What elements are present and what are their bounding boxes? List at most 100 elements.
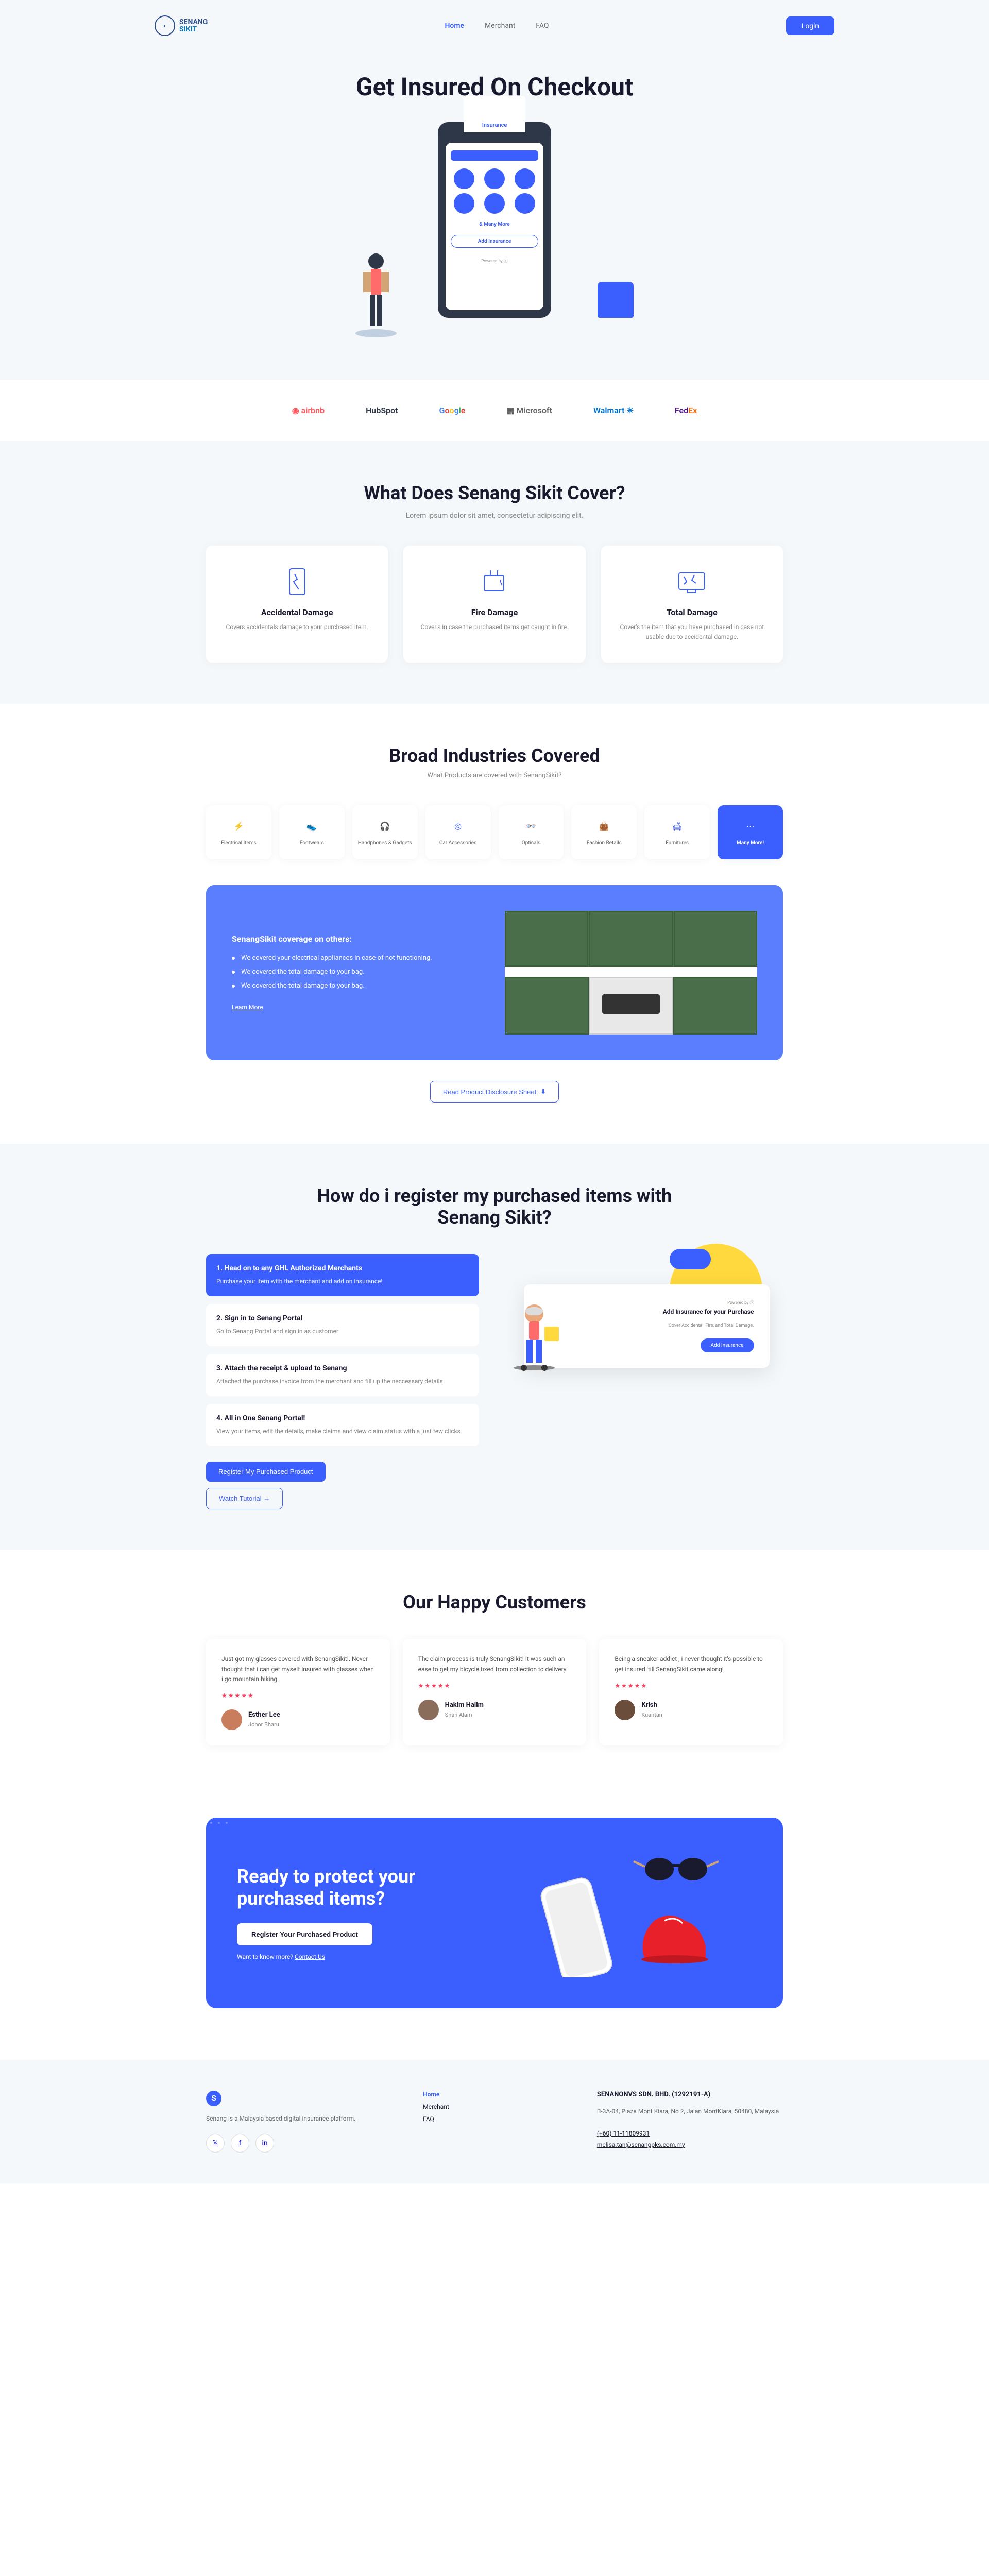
industry-fashion[interactable]: 👜Fashion Retails — [571, 805, 637, 859]
brand-hubspot: HubSpot — [366, 405, 398, 415]
industry-footwear[interactable]: 👟Footwears — [279, 805, 345, 859]
card-desc: Covers accidentals damage to your purcha… — [221, 622, 372, 632]
pds-download-button[interactable]: Read Product Disclosure Sheet ⬇ — [430, 1081, 559, 1103]
brand-fedex: FedEx — [675, 405, 697, 415]
star-rating: ★★★★★ — [418, 1682, 571, 1689]
cover-section: What Does Senang Sikit Cover? Lorem ipsu… — [0, 441, 989, 704]
testimonial-text: Being a sneaker addict , i never thought… — [615, 1654, 768, 1674]
register-section: How do i register my purchased items wit… — [0, 1144, 989, 1550]
industry-more[interactable]: ⋯Many More! — [718, 805, 783, 859]
phone-icon-grid — [451, 168, 538, 214]
nav-faq[interactable]: FAQ — [536, 22, 549, 30]
step-desc: Attached the purchase invoice from the m… — [216, 1377, 469, 1386]
company-email[interactable]: melisa.tan@senangpks.com.my — [597, 2141, 685, 2148]
industry-electrical[interactable]: ⚡Electrical Items — [206, 805, 271, 859]
register-product-button[interactable]: Register My Purchased Product — [206, 1462, 326, 1482]
blue-swoosh-decoration — [670, 1249, 711, 1269]
industry-car[interactable]: ◎Car Accessories — [425, 805, 491, 859]
brand-microsoft: ▦ Microsoft — [506, 405, 552, 415]
step-desc: Purchase your item with the merchant and… — [216, 1277, 469, 1286]
company-address: B-3A-04, Plaza Mont Kiara, No 2, Jalan M… — [597, 2106, 783, 2117]
card-desc: Cover's in case the purchased items get … — [419, 622, 570, 632]
industry-furniture[interactable]: 🛋Furnitures — [644, 805, 710, 859]
nav-merchant[interactable]: Merchant — [485, 22, 515, 30]
user-location: Shah Alam — [445, 1711, 472, 1718]
logo[interactable]: ◐ SENANG SIKIT — [155, 15, 208, 36]
hero-illustration: Insurance & Many More Add Insurance Powe… — [314, 122, 675, 338]
nav-home[interactable]: Home — [445, 22, 465, 30]
card-title: Fire Damage — [419, 607, 570, 617]
register-step-3[interactable]: 3. Attach the receipt & upload to Senang… — [206, 1354, 479, 1396]
detail-point: We covered your electrical appliances in… — [232, 954, 484, 962]
login-button[interactable]: Login — [786, 16, 834, 35]
steering-icon: ◎ — [450, 818, 466, 834]
user-location: Kuantan — [641, 1711, 662, 1718]
step-desc: View your items, edit the details, make … — [216, 1427, 469, 1436]
register-step-2[interactable]: 2. Sign in to Senang Portal Go to Senang… — [206, 1304, 479, 1346]
avatar — [615, 1700, 635, 1720]
industry-detail-panel: SenangSikit coverage on others: We cover… — [206, 885, 783, 1060]
cover-card-accidental: Accidental Damage Covers accidentals dam… — [206, 546, 388, 663]
register-step-4[interactable]: 4. All in One Senang Portal! View your i… — [206, 1404, 479, 1446]
watch-tutorial-button[interactable]: Watch Tutorial → — [206, 1488, 283, 1509]
linkedin-icon[interactable]: in — [255, 2134, 274, 2153]
step-title: 3. Attach the receipt & upload to Senang — [216, 1364, 469, 1372]
cracked-phone-icon — [282, 566, 313, 597]
footer-home[interactable]: Home — [423, 2091, 566, 2098]
contact-us-link[interactable]: Contact Us — [295, 1953, 325, 1960]
testimonial-card: Being a sneaker addict , i never thought… — [599, 1639, 783, 1745]
industries-section: Broad Industries Covered What Products a… — [0, 704, 989, 1144]
industry-gadgets[interactable]: 🎧Handphones & Gadgets — [352, 805, 418, 859]
logo-text-2: SIKIT — [179, 26, 208, 33]
brand-walmart: Walmart ✳ — [593, 405, 634, 415]
user-name: Hakim Halim — [445, 1701, 484, 1709]
hero-section: Get Insured On Checkout Insurance & Many… — [0, 52, 989, 380]
phone-powered: Powered by ⓢ — [451, 258, 538, 264]
testimonials-title: Our Happy Customers — [206, 1591, 783, 1613]
cover-subtitle: Lorem ipsum dolor sit amet, consectetur … — [206, 512, 783, 520]
footer-faq[interactable]: FAQ — [423, 2115, 566, 2123]
register-step-1[interactable]: 1. Head on to any GHL Authorized Merchan… — [206, 1254, 479, 1296]
footer-logo-icon: S — [206, 2091, 221, 2106]
card-desc: Cover's the item that you have purchased… — [617, 622, 768, 642]
industry-opticals[interactable]: 👓Opticals — [499, 805, 564, 859]
brand-airbnb: ◉ airbnb — [292, 405, 325, 415]
fire-damage-icon — [479, 566, 510, 597]
industries-title: Broad Industries Covered — [206, 745, 783, 767]
avatar — [221, 1709, 242, 1730]
learn-more-link[interactable]: Learn More — [232, 1004, 263, 1011]
company-name: SENANONVS SDN. BHD. (1292191-A) — [597, 2091, 783, 2098]
cta-register-button[interactable]: Register Your Purchased Product — [237, 1923, 372, 1945]
footer-merchant[interactable]: Merchant — [423, 2103, 566, 2110]
company-phone[interactable]: (+60) 11-11809931 — [597, 2130, 650, 2137]
user-location: Johor Bharu — [248, 1721, 279, 1728]
testimonial-text: Just got my glasses covered with SenangS… — [221, 1654, 374, 1684]
footer-about: S Senang is a Malaysia based digital ins… — [206, 2091, 392, 2153]
detail-point: We covered the total damage to your bag. — [232, 982, 484, 990]
brand-google: Google — [439, 405, 466, 415]
footer-contact: SENANONVS SDN. BHD. (1292191-A) B-3A-04,… — [597, 2091, 783, 2153]
user-name: Esther Lee — [248, 1711, 280, 1719]
receipt-label: Insurance — [464, 96, 525, 132]
footer: S Senang is a Malaysia based digital ins… — [0, 2060, 989, 2183]
kitchen-image — [505, 911, 757, 1035]
shopping-bag-icon — [598, 282, 634, 318]
download-icon: ⬇ — [540, 1088, 546, 1096]
register-title: How do i register my purchased items wit… — [314, 1185, 675, 1228]
card-add-button: Add Insurance — [701, 1338, 754, 1352]
cover-title: What Does Senang Sikit Cover? — [206, 482, 783, 504]
nav-links: Home Merchant FAQ — [445, 22, 549, 30]
facebook-icon[interactable]: f — [231, 2134, 249, 2153]
bag-icon: 👜 — [596, 818, 612, 834]
cover-card-fire: Fire Damage Cover's in case the purchase… — [403, 546, 585, 663]
testimonials-section: Our Happy Customers Just got my glasses … — [0, 1550, 989, 1787]
footer-about-text: Senang is a Malaysia based digital insur… — [206, 2114, 392, 2124]
person-carrying-box-icon — [345, 246, 407, 338]
detail-title: SenangSikit coverage on others: — [232, 934, 484, 944]
phone-add-insurance: Add Insurance — [451, 235, 538, 248]
brand-logos: ◉ airbnb HubSpot Google ▦ Microsoft Walm… — [0, 380, 989, 441]
twitter-icon[interactable]: 𝕏 — [206, 2134, 225, 2153]
logo-mark-icon: ◐ — [155, 15, 175, 36]
phone-more-text: & Many More — [451, 222, 538, 227]
plug-icon: ⚡ — [231, 818, 246, 834]
